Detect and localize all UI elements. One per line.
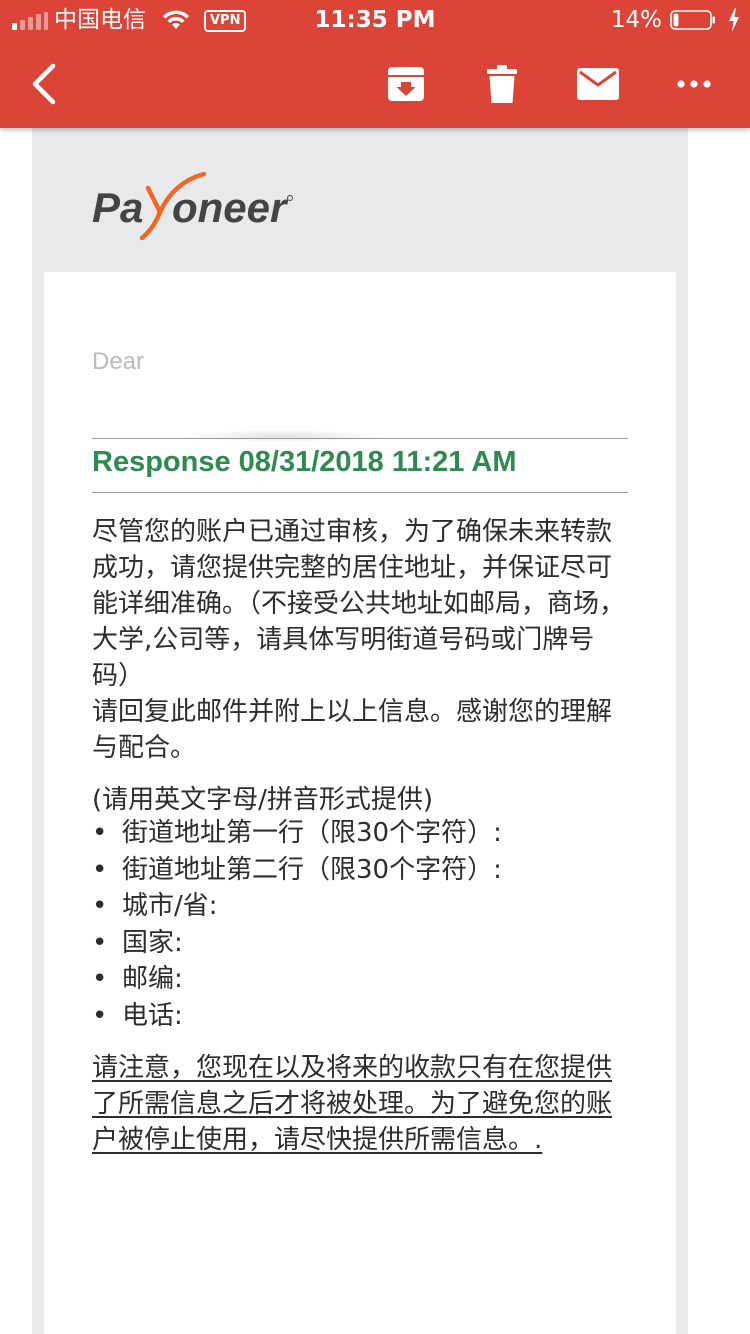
- mark-unread-button[interactable]: [562, 40, 634, 128]
- mail-icon: [577, 68, 619, 100]
- svg-text:Pa: Pa: [92, 184, 143, 231]
- archive-button[interactable]: [370, 40, 442, 128]
- email-content-card: Dear Response 08/31/2018 11:21 AM 尽管您的账户…: [44, 272, 676, 1334]
- charging-bolt-icon: [729, 8, 739, 32]
- svg-text:oneer: oneer: [172, 184, 289, 231]
- greeting-text: Dear: [92, 348, 145, 375]
- payoneer-logo: Pa oneer: [92, 171, 293, 241]
- list-item: • 街道地址第二行（限30个字符）:: [92, 854, 502, 885]
- email-toolbar: [0, 40, 750, 128]
- list-item: • 国家:: [92, 927, 183, 958]
- trash-icon: [487, 65, 517, 103]
- more-horizontal-icon: [677, 80, 711, 88]
- status-bar: 中国电信 VPN 11:35 PM 14%: [0, 0, 750, 40]
- archive-icon: [388, 67, 424, 101]
- list-item: • 电话:: [92, 1000, 183, 1031]
- list-item: • 邮编:: [92, 964, 183, 994]
- delete-button[interactable]: [466, 40, 538, 128]
- processing-notice: 请注意，您现在以及将来的收款只有在您提供了所需信息之后才将被处理。为了避免您的账…: [92, 1053, 613, 1155]
- chevron-left-icon: [32, 63, 56, 105]
- app-header: 中国电信 VPN 11:35 PM 14%: [0, 0, 750, 128]
- back-button[interactable]: [8, 40, 80, 128]
- response-title: Response 08/31/2018 11:21 AM: [92, 446, 517, 478]
- required-fields-list: • 街道地址第一行（限30个字符）: • 街道地址第二行（限30个字符）: • 城市/…: [92, 815, 502, 1034]
- list-item: • 街道地址第一行（限30个字符）:: [92, 818, 502, 848]
- list-intro: (请用英文字母/拼音形式提供): [92, 785, 434, 815]
- battery-icon: [670, 10, 715, 30]
- redacted-area: [182, 430, 382, 442]
- more-button[interactable]: [658, 40, 730, 128]
- divider-top: [92, 438, 628, 439]
- divider-bottom: [92, 492, 628, 493]
- paragraph-address-request: 尽管您的账户已通过审核，为了确保未来转款成功，请您提供完整的居住地址，并保证尽可…: [92, 517, 626, 691]
- paragraph-reply-request: 请回复此邮件并附上以上信息。感谢您的理解与配合。: [92, 697, 613, 763]
- list-item: • 城市/省:: [92, 891, 218, 921]
- battery-percent: 14%: [610, 7, 662, 33]
